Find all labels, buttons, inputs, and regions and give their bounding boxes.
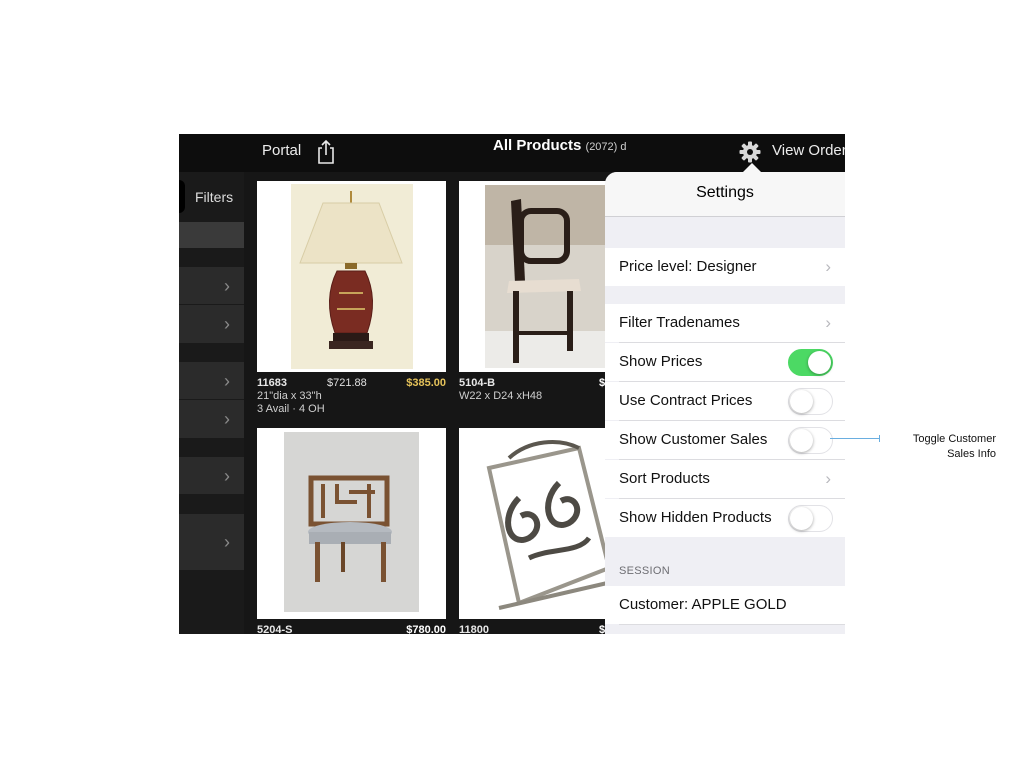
chevron-right-icon: ›: [825, 257, 831, 276]
lamp-image: [291, 184, 413, 369]
toggle-knob: [790, 507, 813, 530]
product-info: 5104-B $ W22 x D24 xH48: [459, 377, 615, 403]
show-hidden-products-row: Show Hidden Products: [605, 499, 845, 537]
view-order-button[interactable]: View Order: [772, 142, 845, 160]
chevron-right-icon: ›: [224, 409, 230, 429]
sidebar-filter-row[interactable]: ›: [179, 362, 244, 400]
settings-popover: Settings Price level: Designer › Filter …: [605, 172, 845, 634]
chevron-right-icon: ›: [224, 276, 230, 296]
row-divider: [619, 624, 845, 625]
callout-line: [830, 438, 880, 439]
chevron-right-icon: ›: [224, 532, 230, 552]
product-info: 5204-S $780.00: [257, 624, 446, 634]
sidebar-filter-row[interactable]: ›: [179, 400, 244, 439]
use-contract-prices-row: Use Contract Prices: [605, 382, 845, 420]
page-title: All Products (2072) d: [493, 137, 627, 154]
product-count: (2072) d: [585, 141, 627, 153]
filters-label[interactable]: Filters: [195, 189, 233, 205]
chevron-right-icon: ›: [224, 314, 230, 334]
use-contract-prices-label: Use Contract Prices: [619, 392, 753, 409]
sort-products-label: Sort Products: [619, 470, 710, 487]
price-level-row[interactable]: Price level: Designer ›: [605, 248, 845, 286]
chevron-right-icon: ›: [825, 313, 831, 332]
portal-button[interactable]: Portal: [262, 142, 301, 160]
product-dimensions: 21"dia x 33"h: [257, 390, 322, 402]
customer-row[interactable]: Customer: APPLE GOLD: [605, 586, 845, 624]
product-sku: 11800: [459, 624, 489, 634]
settings-title: Settings: [696, 184, 754, 201]
toggle-knob: [790, 429, 813, 452]
chevron-right-icon: ›: [825, 469, 831, 488]
price-level-label: Price level: Designer: [619, 258, 757, 275]
show-prices-toggle[interactable]: [788, 349, 833, 376]
toggle-knob: [808, 351, 831, 374]
product-list-price: $721.88: [327, 377, 367, 389]
sidebar-filter-row[interactable]: ›: [179, 514, 244, 571]
filter-tradenames-row[interactable]: Filter Tradenames ›: [605, 304, 845, 342]
sidebar-section-header: [179, 222, 244, 248]
sidebar-filter-row[interactable]: ›: [179, 305, 244, 344]
share-icon[interactable]: [316, 139, 336, 165]
annotation-line-2: Sales Info: [947, 448, 996, 460]
product-sku: 5204-S: [257, 624, 293, 634]
filter-tradenames-label: Filter Tradenames: [619, 314, 740, 331]
toggle-knob: [790, 390, 813, 413]
use-contract-prices-toggle[interactable]: [788, 388, 833, 415]
product-card-image[interactable]: [257, 181, 446, 372]
show-customer-sales-toggle[interactable]: [788, 427, 833, 454]
product-info: 11683 $721.88 $385.00 21"dia x 33"h 3 Av…: [257, 377, 446, 416]
page-title-text: All Products: [493, 137, 582, 154]
armchair-image: [284, 432, 419, 612]
sidebar-filter-row[interactable]: ›: [179, 457, 244, 495]
product-net-price: $385.00: [406, 377, 446, 389]
show-hidden-products-toggle[interactable]: [788, 505, 833, 532]
product-sku: 11683: [257, 377, 287, 389]
sort-products-row[interactable]: Sort Products ›: [605, 460, 845, 498]
filters-tab-indicator: [179, 180, 185, 213]
show-prices-label: Show Prices: [619, 353, 703, 370]
product-sku: 5104-B: [459, 377, 496, 389]
gear-icon[interactable]: [739, 141, 761, 163]
show-customer-sales-label: Show Customer Sales: [619, 431, 768, 448]
annotation-callout: Toggle Customer Sales Info: [880, 432, 996, 462]
show-customer-sales-row: Show Customer Sales: [605, 421, 845, 459]
session-section-header: SESSION: [619, 565, 671, 577]
product-card-image[interactable]: [257, 428, 446, 619]
product-price: $780.00: [406, 624, 446, 634]
product-availability: 3 Avail · 4 OH: [257, 403, 325, 415]
filter-sidebar: Filters › › › › › ›: [179, 172, 244, 634]
show-hidden-products-label: Show Hidden Products: [619, 509, 772, 526]
chevron-right-icon: ›: [224, 371, 230, 391]
customer-label: Customer: APPLE GOLD: [619, 596, 787, 613]
product-dimensions: W22 x D24 xH48: [459, 390, 543, 402]
show-prices-row: Show Prices: [605, 343, 845, 381]
annotation-line-1: Toggle Customer: [912, 433, 996, 445]
product-info: 11800 $: [459, 624, 615, 634]
settings-header: Settings: [605, 172, 845, 217]
chevron-right-icon: ›: [224, 466, 230, 486]
sidebar-filter-row[interactable]: ›: [179, 267, 244, 305]
